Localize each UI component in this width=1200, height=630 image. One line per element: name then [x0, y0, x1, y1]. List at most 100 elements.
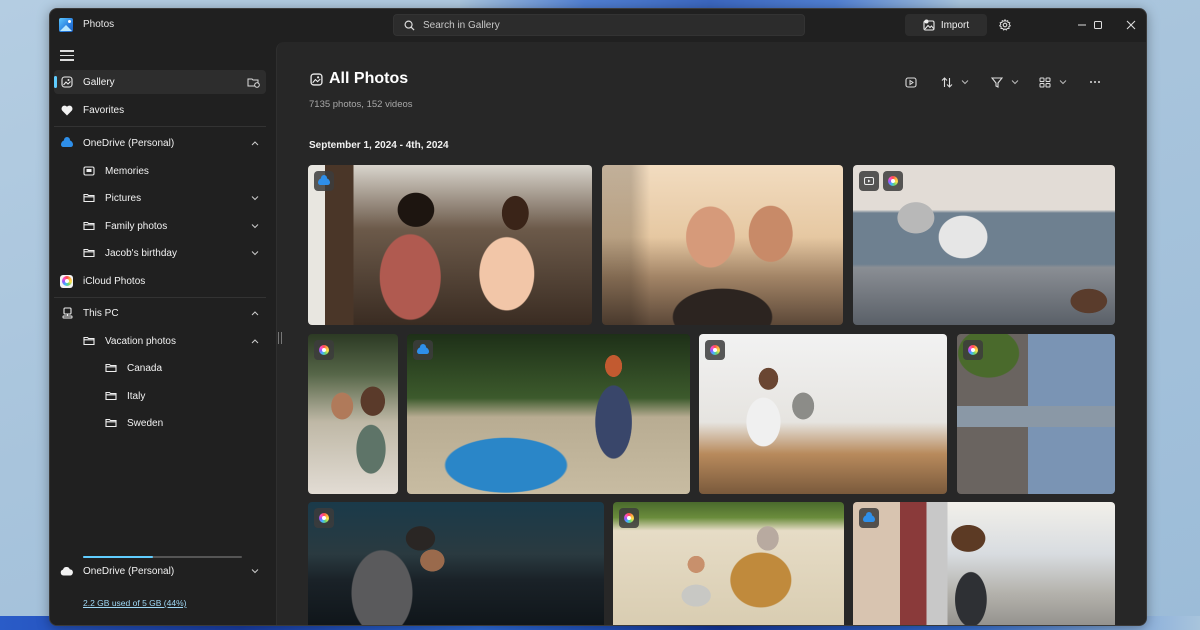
storage-onedrive-header[interactable]: OneDrive (Personal) [54, 559, 266, 583]
sort-icon [941, 76, 953, 88]
sidebar-item-canada[interactable]: Canada [54, 356, 266, 380]
sidebar-item-gallery[interactable]: Gallery [54, 70, 266, 94]
sidebar-item-label: iCloud Photos [83, 275, 146, 287]
import-button[interactable]: Import [905, 14, 987, 36]
pc-icon [60, 306, 74, 320]
search-input[interactable] [423, 19, 783, 31]
photo-thumbnail[interactable] [407, 334, 690, 494]
onedrive-cloud-icon [318, 174, 330, 185]
import-icon [923, 19, 935, 31]
chevron-down-icon[interactable] [250, 248, 260, 258]
sidebar-item-label: This PC [83, 307, 119, 319]
chevron-down-icon [1011, 79, 1019, 85]
photos-window: Photos Import [49, 8, 1147, 626]
filter-icon [991, 76, 1003, 88]
chevron-down-icon[interactable] [250, 193, 260, 203]
chevron-down-icon[interactable] [250, 221, 260, 231]
chevron-up-icon[interactable] [250, 308, 260, 318]
sidebar-item-favorites[interactable]: Favorites [54, 98, 266, 122]
search-box[interactable] [393, 14, 805, 36]
photo-thumbnail[interactable] [308, 502, 604, 625]
sidebar-resize-handle[interactable] [278, 332, 282, 344]
photo-thumbnail[interactable] [308, 334, 398, 494]
sidebar-item-italy[interactable]: Italy [54, 384, 266, 408]
chevron-up-icon[interactable] [250, 138, 260, 148]
search-icon [404, 20, 415, 31]
title-bar: Photos Import [50, 9, 1146, 42]
storage-label: OneDrive (Personal) [83, 565, 175, 577]
sidebar-item-vacation-photos[interactable]: Vacation photos [54, 329, 266, 353]
sidebar-item-jacobs-birthday[interactable]: Jacob's birthday [54, 241, 266, 265]
settings-button[interactable] [996, 16, 1014, 34]
photos-app-icon [59, 18, 73, 32]
icloud-source-badge [314, 508, 334, 528]
sidebar: Gallery Favorites OneDrive (Personal) Me… [50, 42, 276, 625]
icloud-source-badge [619, 508, 639, 528]
photo-thumbnail[interactable] [853, 502, 1115, 625]
photo-thumbnail[interactable] [853, 165, 1115, 325]
sidebar-item-this-pc[interactable]: This PC [54, 301, 266, 325]
chevron-down-icon[interactable] [250, 566, 260, 576]
icloud-photos-icon [319, 513, 329, 523]
photo-thumbnail[interactable] [613, 502, 844, 625]
sidebar-item-sweden[interactable]: Sweden [54, 411, 266, 435]
view-layout-icon [1039, 77, 1051, 88]
sidebar-item-label: Sweden [127, 417, 164, 429]
date-group-header: September 1, 2024 - 4th, 2024 [309, 140, 449, 151]
sidebar-item-icloud-photos[interactable]: iCloud Photos [54, 269, 266, 293]
sort-button[interactable] [941, 72, 969, 92]
icloud-photos-icon [710, 345, 720, 355]
photo-thumbnail[interactable] [602, 165, 843, 325]
onedrive-cloud-icon [863, 511, 875, 522]
sidebar-item-label: Memories [105, 165, 149, 177]
sidebar-item-label: Gallery [83, 76, 115, 88]
icloud-photos-icon [60, 274, 73, 288]
sidebar-item-label: Family photos [105, 220, 168, 232]
heart-icon [60, 103, 74, 117]
onedrive-cloud-icon [60, 136, 74, 150]
chevron-down-icon [1059, 79, 1067, 85]
sidebar-item-family-photos[interactable]: Family photos [54, 214, 266, 238]
main-content: All Photos 7135 photos, 152 videos Septe… [276, 42, 1146, 625]
photo-thumbnail[interactable] [699, 334, 947, 494]
app-title: Photos [83, 19, 115, 30]
sidebar-item-label: OneDrive (Personal) [83, 137, 175, 149]
maximize-icon [1093, 20, 1103, 30]
hamburger-icon [60, 50, 74, 52]
maximize-button[interactable] [1086, 15, 1110, 35]
more-options-button[interactable] [1089, 72, 1101, 92]
photo-thumbnail[interactable] [957, 334, 1115, 494]
chevron-up-icon[interactable] [250, 336, 260, 346]
icloud-photos-icon [888, 176, 898, 186]
onedrive-source-badge [413, 340, 433, 360]
gallery-icon [60, 75, 74, 89]
gallery-icon [310, 73, 323, 86]
onedrive-source-badge [859, 508, 879, 528]
gear-icon [999, 19, 1011, 31]
hamburger-menu-button[interactable] [60, 50, 74, 62]
sidebar-item-onedrive[interactable]: OneDrive (Personal) [54, 131, 266, 155]
icloud-photos-icon [968, 345, 978, 355]
sidebar-item-label: Pictures [105, 192, 142, 204]
slideshow-button[interactable] [905, 72, 917, 92]
icloud-source-badge [883, 171, 903, 191]
sidebar-divider [54, 126, 266, 127]
storage-usage-link[interactable]: 2.2 GB used of 5 GB (44%) [83, 598, 186, 608]
folder-icon [104, 389, 118, 403]
close-button[interactable] [1119, 15, 1143, 35]
slideshow-icon [905, 76, 917, 88]
photo-thumbnail[interactable] [308, 165, 592, 325]
view-layout-button[interactable] [1039, 72, 1067, 92]
storage-progress-fill [83, 556, 153, 558]
sidebar-item-pictures[interactable]: Pictures [54, 186, 266, 210]
sidebar-item-label: Jacob's birthday [105, 247, 177, 259]
memories-icon [82, 164, 96, 178]
sidebar-item-memories[interactable]: Memories [54, 159, 266, 183]
sidebar-divider [54, 297, 266, 298]
icloud-photos-icon [319, 345, 329, 355]
filter-button[interactable] [991, 72, 1019, 92]
more-options-icon [1089, 80, 1101, 84]
icloud-source-badge [705, 340, 725, 360]
page-title: All Photos [329, 70, 409, 87]
folder-settings-icon[interactable] [246, 77, 260, 88]
